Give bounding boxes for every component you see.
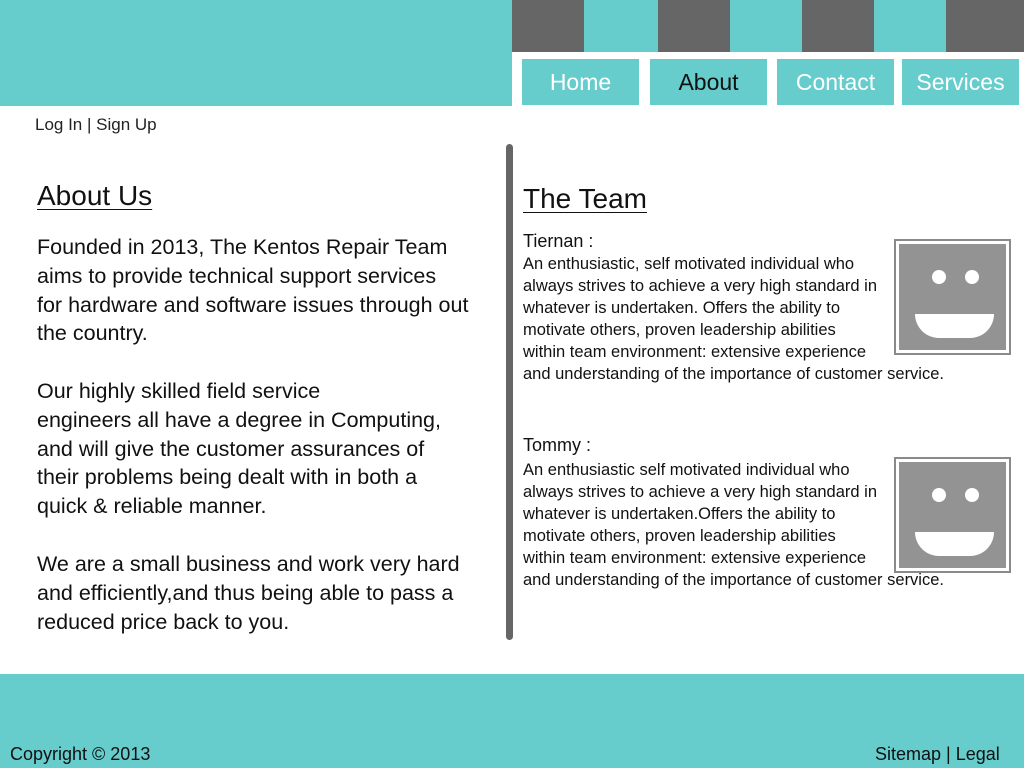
footer-separator: | xyxy=(941,744,956,764)
nav-home[interactable]: Home xyxy=(522,59,639,105)
signup-link[interactable]: Sign Up xyxy=(96,115,156,134)
header-checker-block xyxy=(512,0,584,52)
about-paragraph: We are a small business and work very ha… xyxy=(37,552,460,634)
nav-services[interactable]: Services xyxy=(902,59,1019,105)
footer-links: Sitemap | Legal xyxy=(875,744,1000,765)
sitemap-link[interactable]: Sitemap xyxy=(875,744,941,764)
auth-links: Log In | Sign Up xyxy=(35,115,157,135)
smiley-face-icon xyxy=(894,239,1011,355)
smiley-face-icon xyxy=(894,457,1011,573)
team-title: The Team xyxy=(523,183,647,214)
header-checker-block xyxy=(658,0,730,52)
about-title: About Us xyxy=(37,180,153,211)
copyright-text: Copyright © 2013 xyxy=(10,744,151,764)
login-link[interactable]: Log In xyxy=(35,115,82,134)
header-checker-block xyxy=(802,0,874,52)
about-paragraph: Our highly skilled field service enginee… xyxy=(37,379,441,519)
header-checker-block xyxy=(946,0,1024,52)
header-checker-block xyxy=(586,0,658,52)
legal-link[interactable]: Legal xyxy=(956,744,1000,764)
member-name: Tommy : xyxy=(523,435,592,455)
column-divider xyxy=(506,144,513,640)
auth-separator: | xyxy=(82,115,97,134)
nav-contact[interactable]: Contact xyxy=(777,59,894,105)
header-checker-block xyxy=(730,0,802,52)
header-checker-block xyxy=(874,0,946,52)
about-paragraph: Founded in 2013, The Kentos Repair Team … xyxy=(37,235,469,346)
member-name: Tiernan : xyxy=(523,231,594,251)
nav-about[interactable]: About xyxy=(650,59,767,105)
footer xyxy=(0,674,1024,768)
